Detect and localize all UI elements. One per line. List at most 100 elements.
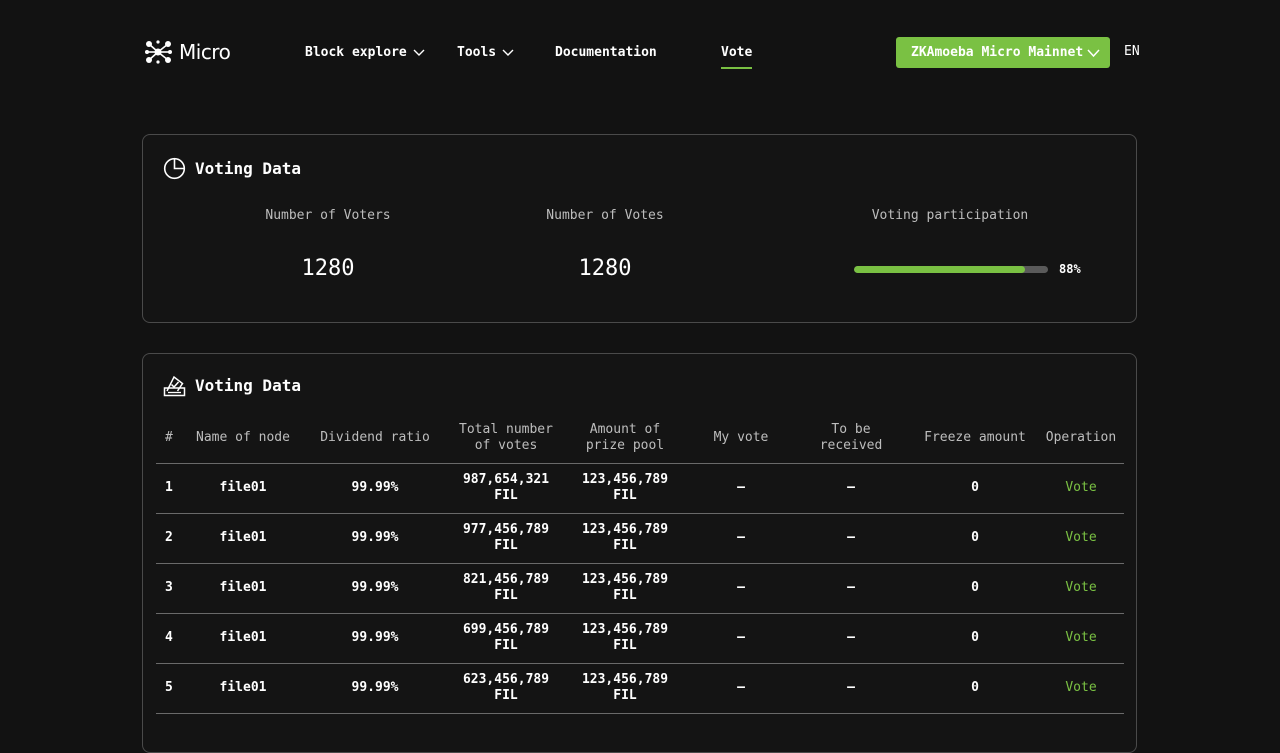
total-votes-number: 987,654,321 (462, 472, 550, 487)
to-be-received-cell: — (790, 513, 912, 564)
prize-pool-unit: FIL (613, 488, 637, 503)
row-index: 3 (156, 563, 190, 614)
to-be-received-cell: — (790, 663, 912, 714)
table-row: 1 file01 99.99% 987,654,321 FIL 123,456,7… (156, 463, 1124, 514)
freeze-amount-cell: 0 (912, 513, 1038, 564)
node-name-cell: file01 (190, 663, 296, 714)
nav-active-indicator (721, 67, 752, 69)
dividend-ratio-cell: 99.99% (296, 563, 454, 614)
table-row: 3 file01 99.99% 821,456,789 FIL 123,456,7… (156, 563, 1124, 614)
language-switch[interactable]: EN (1124, 44, 1140, 59)
total-votes-unit: FIL (494, 488, 518, 503)
prize-pool-number: 123,456,789 (581, 472, 669, 487)
prize-pool-number: 123,456,789 (581, 572, 669, 587)
to-be-received-cell: — (790, 613, 912, 664)
ballot-box-icon (163, 375, 186, 397)
total-votes-cell: 821,456,789 FIL (454, 563, 558, 614)
vote-action-link[interactable]: Vote (1038, 663, 1124, 714)
total-votes-unit: FIL (494, 588, 518, 603)
table-title-text: Voting Data (195, 376, 301, 395)
to-be-received-cell: — (790, 463, 912, 514)
prize-pool-number: 123,456,789 (581, 622, 669, 637)
participation-progress-bar (854, 266, 1048, 273)
voters-label: Number of Voters (265, 208, 391, 223)
total-votes-cell: 699,456,789 FIL (454, 613, 558, 664)
column-header-to-be-received: To be received (790, 414, 912, 464)
participation-label: Voting participation (871, 208, 1029, 223)
column-header-to-be-received-line2: received (819, 438, 883, 454)
column-header-node-name: Name of node (190, 414, 296, 464)
vote-action-link[interactable]: Vote (1038, 463, 1124, 514)
summary-card-title: Voting Data (163, 157, 301, 180)
total-votes-cell: 977,456,789 FIL (454, 513, 558, 564)
node-name-cell: file01 (190, 463, 296, 514)
table-card-title: Voting Data (163, 374, 301, 397)
dividend-ratio-cell: 99.99% (296, 463, 454, 514)
dividend-ratio-cell: 99.99% (296, 613, 454, 664)
chevron-down-icon (502, 49, 514, 56)
table-row: 5 file01 99.99% 623,456,789 FIL 123,456,7… (156, 663, 1124, 714)
votes-value: 1280 (578, 256, 632, 281)
prize-pool-cell: 123,456,789 FIL (558, 463, 692, 514)
column-header-operation: Operation (1038, 414, 1124, 464)
node-name-cell: file01 (190, 513, 296, 564)
participation-progress-fill (854, 266, 1025, 273)
column-header-total-votes: Total number of votes (454, 414, 558, 464)
network-select-label: ZKAmoeba Micro Mainnet (911, 45, 1084, 60)
votes-label: Number of Votes (546, 208, 664, 223)
prize-pool-number: 123,456,789 (581, 522, 669, 537)
my-vote-cell: — (692, 463, 790, 514)
my-vote-cell: — (692, 513, 790, 564)
freeze-amount-cell: 0 (912, 663, 1038, 714)
vote-action-link[interactable]: Vote (1038, 613, 1124, 664)
participation-percent: 88% (1059, 262, 1081, 276)
prize-pool-cell: 123,456,789 FIL (558, 563, 692, 614)
nav-tools[interactable]: Tools (457, 42, 514, 62)
total-votes-unit: FIL (494, 538, 518, 553)
nav-tools-label: Tools (457, 44, 497, 60)
row-index: 2 (156, 513, 190, 564)
total-votes-cell: 623,456,789 FIL (454, 663, 558, 714)
column-header-prize-pool: Amount of prize pool (558, 414, 692, 464)
freeze-amount-cell: 0 (912, 563, 1038, 614)
total-votes-number: 977,456,789 (462, 522, 550, 537)
column-header-prize-pool-line2: prize pool (585, 438, 665, 454)
freeze-amount-cell: 0 (912, 463, 1038, 514)
total-votes-number: 623,456,789 (462, 672, 550, 687)
node-votes-table: # Name of node Dividend ratio Total numb… (156, 414, 1124, 714)
network-select-button[interactable]: ZKAmoeba Micro Mainnet (896, 37, 1110, 68)
column-header-total-votes-line1: Total number (459, 422, 553, 438)
column-header-dividend-ratio: Dividend ratio (296, 414, 454, 464)
nav-vote[interactable]: Vote (721, 42, 752, 62)
row-index: 4 (156, 613, 190, 664)
nav-vote-label: Vote (721, 44, 753, 60)
column-header-total-votes-line2: of votes (474, 438, 538, 454)
column-header-index: # (156, 414, 190, 464)
brand-logo[interactable]: Micro (144, 38, 231, 66)
nav-block-explore-label: Block explore (305, 44, 407, 60)
total-votes-unit: FIL (494, 688, 518, 703)
nav-block-explore[interactable]: Block explore (305, 42, 425, 62)
freeze-amount-cell: 0 (912, 613, 1038, 664)
voting-table-card: Voting Data # Name of node Dividend rati… (142, 353, 1137, 753)
vote-action-link[interactable]: Vote (1038, 563, 1124, 614)
column-header-to-be-received-line1: To be (831, 422, 871, 438)
column-header-my-vote: My vote (692, 414, 790, 464)
row-index: 5 (156, 663, 190, 714)
chevron-down-icon (1087, 49, 1100, 58)
dividend-ratio-cell: 99.99% (296, 513, 454, 564)
vote-action-link[interactable]: Vote (1038, 513, 1124, 564)
total-votes-cell: 987,654,321 FIL (454, 463, 558, 514)
total-votes-unit: FIL (494, 638, 518, 653)
nav-documentation[interactable]: Documentation (555, 42, 657, 62)
molecule-logo-icon (145, 40, 172, 64)
row-index: 1 (156, 463, 190, 514)
prize-pool-cell: 123,456,789 FIL (558, 513, 692, 564)
dividend-ratio-cell: 99.99% (296, 663, 454, 714)
prize-pool-unit: FIL (613, 688, 637, 703)
chevron-down-icon (413, 49, 425, 56)
nav-documentation-label: Documentation (555, 44, 657, 60)
my-vote-cell: — (692, 663, 790, 714)
table-row: 4 file01 99.99% 699,456,789 FIL 123,456,7… (156, 613, 1124, 664)
top-header: Micro Block explore Tools Documentation … (0, 0, 1280, 104)
